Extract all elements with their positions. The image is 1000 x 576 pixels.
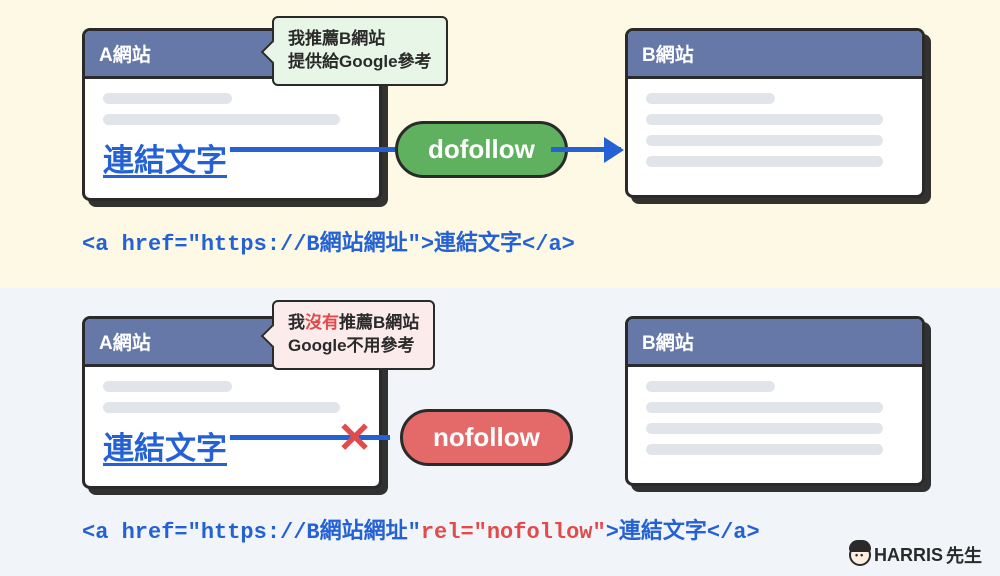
text-line <box>103 402 340 413</box>
text-line <box>646 423 883 434</box>
site-b-body <box>628 367 922 483</box>
site-a-body: 連結文字 <box>85 79 379 198</box>
text-line <box>103 381 232 392</box>
text-line <box>646 156 883 167</box>
bubble-line2: 提供給Google參考 <box>288 51 432 74</box>
text-line <box>646 135 883 146</box>
arrow-head-icon <box>551 147 621 152</box>
text-line <box>646 444 883 455</box>
arrow-segment <box>230 147 395 152</box>
dofollow-code: <a href="https://B網站網址">連結文字</a> <box>82 225 575 257</box>
text-line <box>646 114 883 125</box>
text-line <box>103 114 340 125</box>
site-b-title: B網站 <box>628 319 922 367</box>
link-text: 連結文字 <box>103 143 227 178</box>
brand-suffix: 先生 <box>946 542 982 568</box>
brand-name: HARRIS <box>874 545 943 566</box>
bubble-line1: 我沒有推薦B網站 <box>288 312 419 335</box>
bubble-line2: Google不用參考 <box>288 335 419 358</box>
dofollow-panel: A網站 連結文字 我推薦B網站 提供給Google參考 dofollow B網站… <box>0 0 1000 288</box>
nofollow-panel: A網站 連結文字 我沒有推薦B網站 Google不用參考 ✕ nofollow … <box>0 288 1000 576</box>
site-b-title: B網站 <box>628 31 922 79</box>
text-line <box>646 381 775 392</box>
speech-bubble-recommend: 我推薦B網站 提供給Google參考 <box>272 16 448 86</box>
bubble-line1: 我推薦B網站 <box>288 28 432 51</box>
site-a-body: 連結文字 <box>85 367 379 486</box>
link-text: 連結文字 <box>103 431 227 466</box>
text-line <box>103 93 232 104</box>
brand-logo: HARRIS先生 <box>849 542 982 568</box>
text-line <box>646 402 883 413</box>
site-b-body <box>628 79 922 195</box>
speech-bubble-no-recommend: 我沒有推薦B網站 Google不用參考 <box>272 300 435 370</box>
nofollow-code: <a href="https://B網站網址"rel="nofollow">連結… <box>82 513 760 545</box>
site-b-window: B網站 <box>625 316 925 486</box>
nofollow-pill: nofollow <box>400 409 573 466</box>
site-b-window: B網站 <box>625 28 925 198</box>
dofollow-pill: dofollow <box>395 121 568 178</box>
avatar-icon <box>849 544 871 566</box>
text-line <box>646 93 775 104</box>
x-mark-icon: ✕ <box>337 413 372 462</box>
